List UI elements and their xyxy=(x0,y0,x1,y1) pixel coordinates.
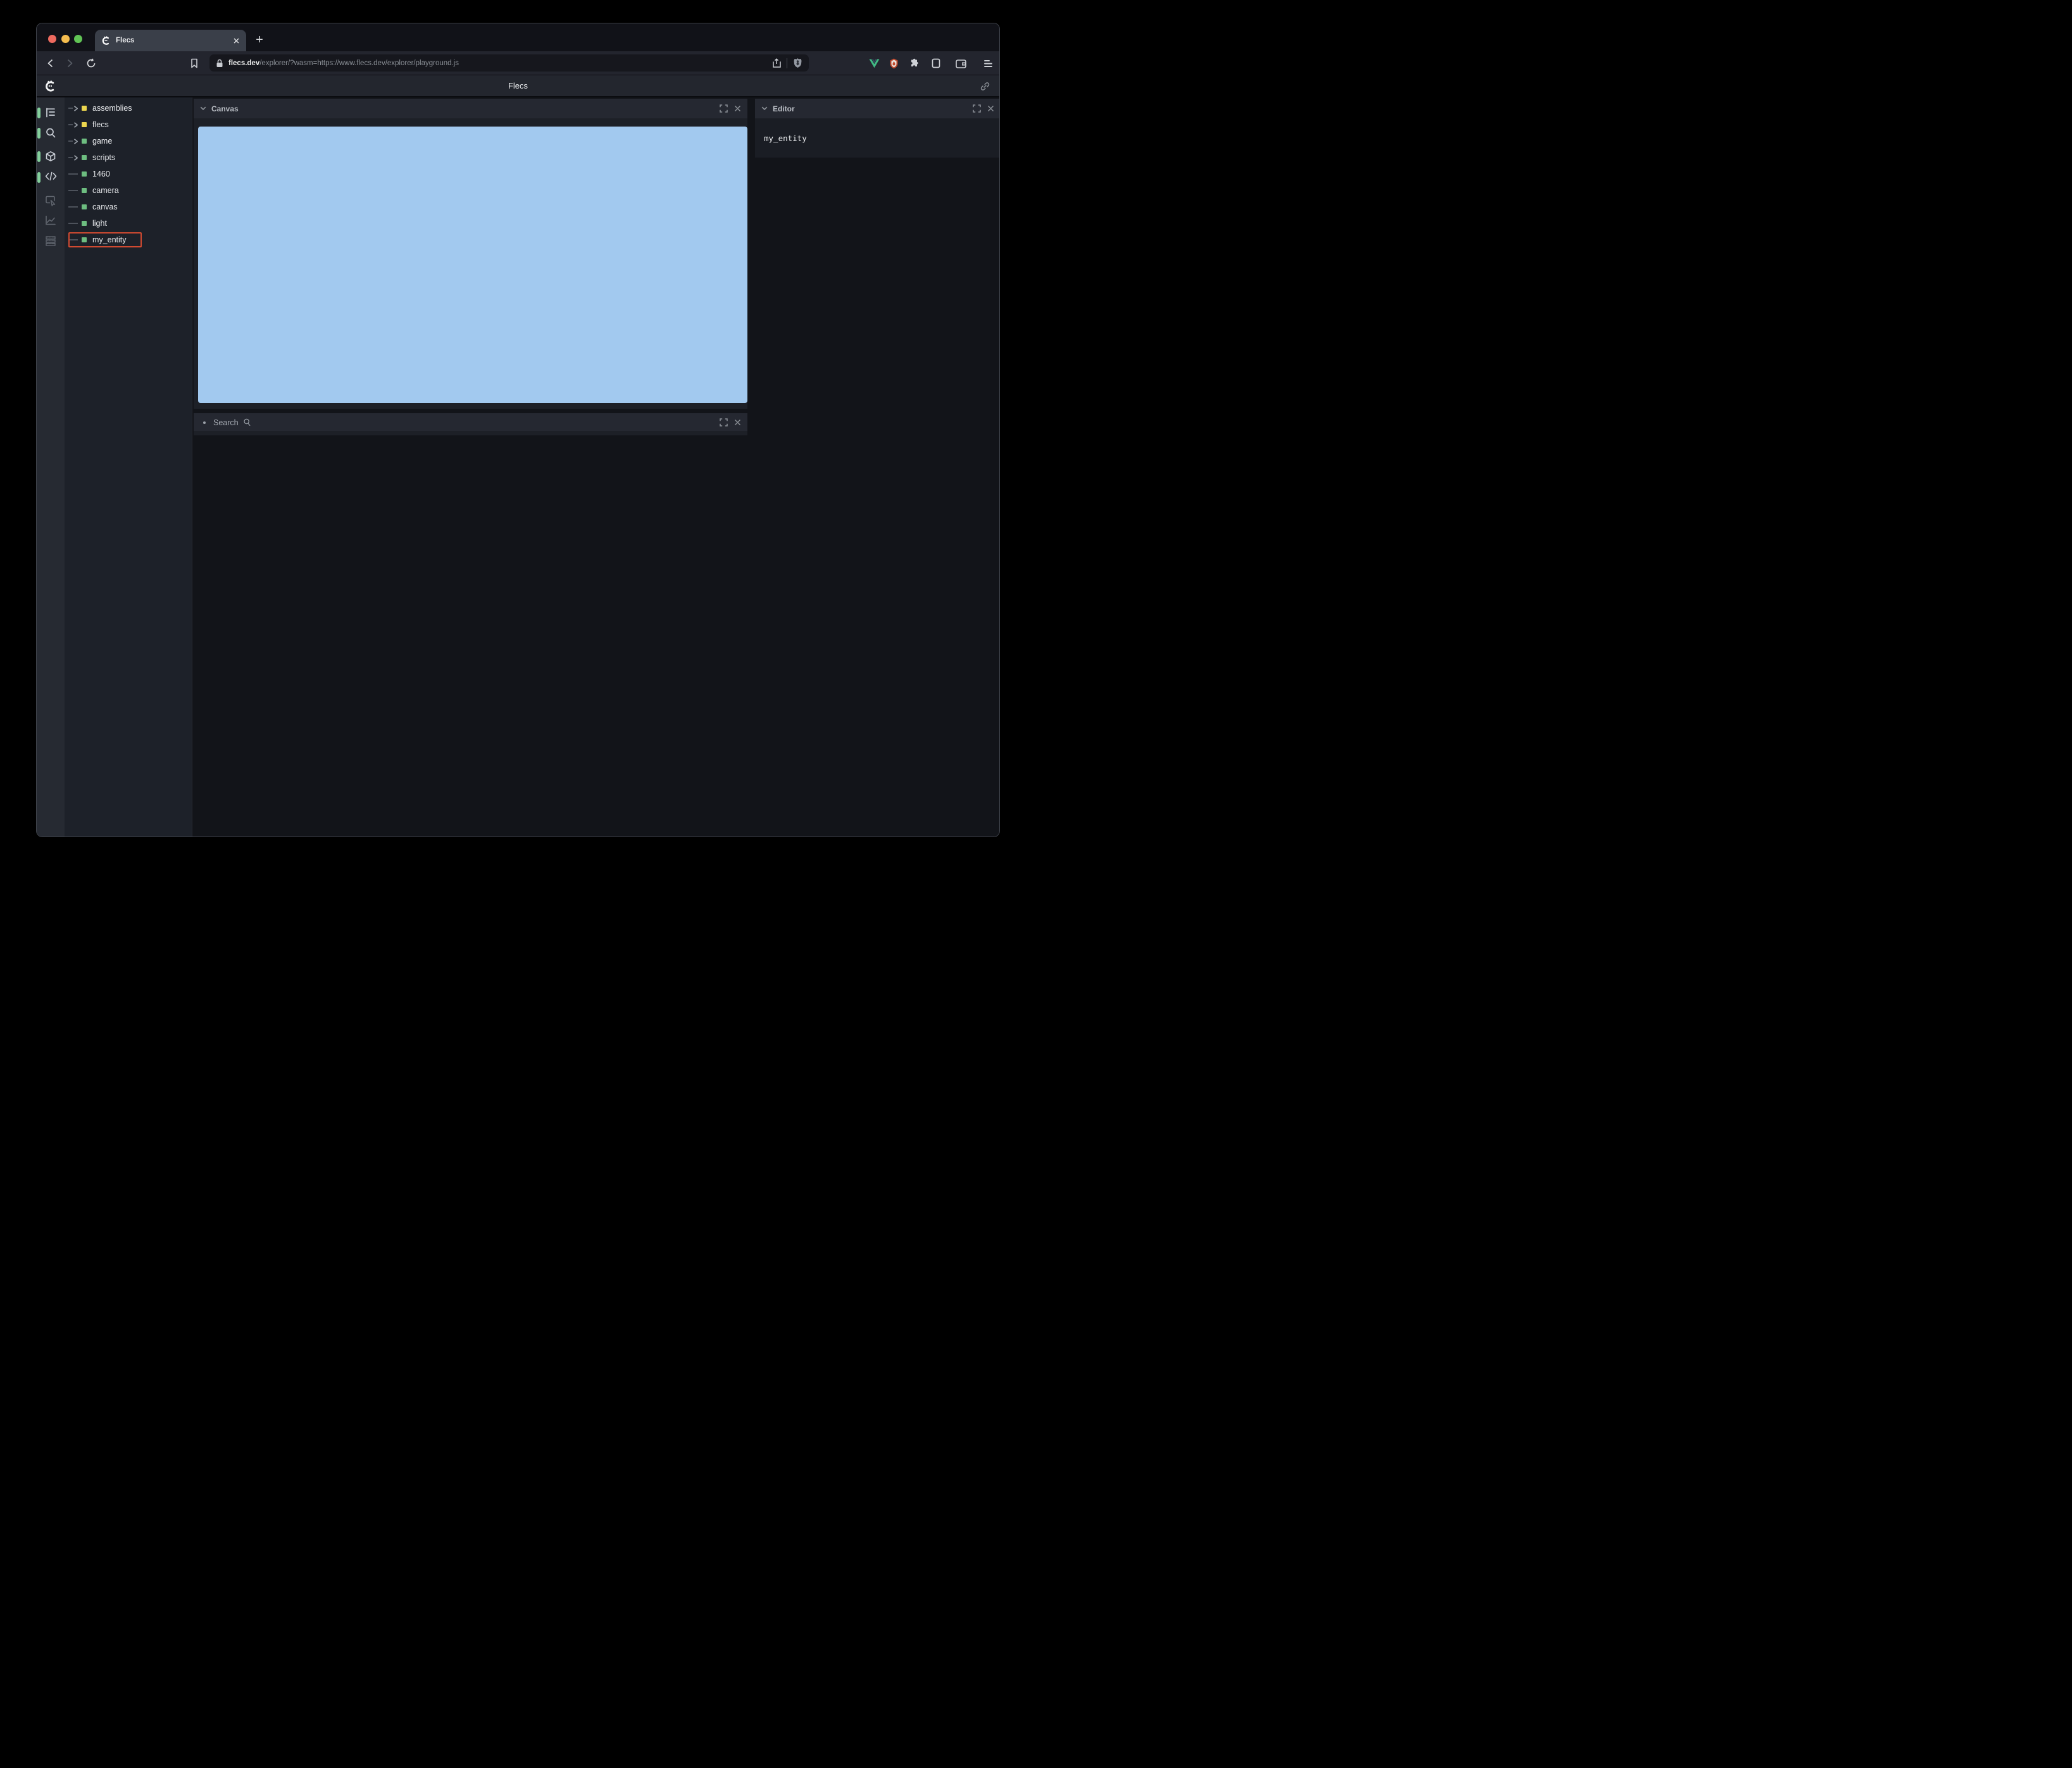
entity-kind-swatch xyxy=(82,139,87,144)
tree-item-camera[interactable]: camera xyxy=(65,182,192,199)
sidebar-icon[interactable] xyxy=(930,51,942,75)
active-indicator xyxy=(37,128,41,139)
url-domain: flecs.dev xyxy=(228,59,260,67)
reload-icon[interactable] xyxy=(85,51,97,75)
tree-item-game[interactable]: game xyxy=(65,133,192,149)
editor-panel-title: Editor xyxy=(773,104,795,113)
browser-tab[interactable]: Flecs xyxy=(95,30,246,51)
entity-kind-swatch xyxy=(82,155,87,160)
entity-kind-swatch xyxy=(82,171,87,177)
close-panel-icon[interactable] xyxy=(734,419,741,426)
expand-chevron-icon[interactable] xyxy=(73,105,78,112)
back-icon[interactable] xyxy=(44,51,57,75)
brave-lion-icon[interactable] xyxy=(793,58,802,68)
collapse-chevron-icon[interactable] xyxy=(200,106,206,111)
menu-icon[interactable] xyxy=(982,51,994,75)
main-area: Canvas Search Editor my_entity xyxy=(192,97,999,837)
tab-close-icon[interactable] xyxy=(233,37,240,44)
browser-window: Flecs + flecs.dev/explorer/?wasm=https:/… xyxy=(36,23,1000,837)
fullscreen-icon[interactable] xyxy=(720,104,728,113)
wallet-icon[interactable] xyxy=(954,51,967,75)
expand-chevron-icon[interactable] xyxy=(73,121,78,128)
bookmark-icon[interactable] xyxy=(188,51,201,75)
close-panel-icon[interactable] xyxy=(734,105,741,112)
fullscreen-icon[interactable] xyxy=(720,418,728,426)
entity-kind-swatch xyxy=(82,106,87,111)
tab-bar: Flecs + xyxy=(37,23,999,51)
search-panel-title: Search xyxy=(213,418,239,427)
expand-chevron-icon[interactable] xyxy=(73,154,78,161)
editor-panel-header[interactable]: Editor xyxy=(755,99,999,118)
address-bar[interactable]: flecs.dev/explorer/?wasm=https://www.fle… xyxy=(209,54,809,72)
app-header: Flecs xyxy=(37,75,999,97)
editor-code-area[interactable]: my_entity xyxy=(755,118,999,158)
tab-title: Flecs xyxy=(116,37,135,44)
tool-sidebar xyxy=(37,97,65,837)
url-path: /explorer/?wasm=https://www.flecs.dev/ex… xyxy=(259,59,459,67)
search-panel-header[interactable]: Search xyxy=(194,413,747,432)
canvas-panel-body xyxy=(194,118,747,409)
code-icon[interactable] xyxy=(45,171,57,183)
editor-code-text: my_entity xyxy=(764,133,807,143)
browser-toolbar: flecs.dev/explorer/?wasm=https://www.fle… xyxy=(37,51,999,75)
traffic-close-button[interactable] xyxy=(48,35,56,43)
tree-item-scripts[interactable]: scripts xyxy=(65,149,192,166)
entity-kind-swatch xyxy=(82,221,87,226)
traffic-zoom-button[interactable] xyxy=(74,35,82,43)
hierarchy-icon[interactable] xyxy=(45,107,56,118)
expand-chevron-icon[interactable] xyxy=(73,138,78,145)
entity-tree-panel: assemblies flecs game scripts 1460 camer… xyxy=(65,97,192,837)
tab-favicon-flecs-logo-icon xyxy=(101,35,111,46)
canvas-panel-title: Canvas xyxy=(211,104,239,113)
extensions-puzzle-icon[interactable] xyxy=(908,51,921,75)
share-icon[interactable] xyxy=(772,58,781,68)
tree-item-light[interactable]: light xyxy=(65,215,192,232)
active-indicator xyxy=(37,108,41,118)
inspect-icon[interactable] xyxy=(45,195,56,206)
tree-item-assemblies[interactable]: assemblies xyxy=(65,100,192,116)
app-title: Flecs xyxy=(508,81,528,90)
shield-extension-icon[interactable] xyxy=(887,51,900,75)
vue-devtools-icon[interactable] xyxy=(868,51,880,75)
search-panel-body xyxy=(194,432,747,435)
new-tab-button[interactable]: + xyxy=(251,31,268,49)
tree-item-my-entity[interactable]: my_entity xyxy=(65,232,192,248)
magnifier-icon xyxy=(243,418,251,426)
forward-icon[interactable] xyxy=(63,51,76,75)
collapse-chevron-icon[interactable] xyxy=(761,106,768,111)
stats-chart-icon[interactable] xyxy=(45,215,56,226)
tree-item-canvas[interactable]: canvas xyxy=(65,199,192,215)
tree-item-flecs[interactable]: flecs xyxy=(65,116,192,133)
lock-icon xyxy=(216,59,223,68)
url-text: flecs.dev/explorer/?wasm=https://www.fle… xyxy=(228,59,772,67)
app-content: assemblies flecs game scripts 1460 camer… xyxy=(37,97,999,837)
active-indicator xyxy=(37,172,41,183)
link-icon[interactable] xyxy=(980,81,990,92)
entity-kind-swatch xyxy=(82,237,87,242)
search-tool-icon[interactable] xyxy=(45,127,56,139)
canvas-panel-header[interactable]: Canvas xyxy=(194,99,747,118)
entity-kind-swatch xyxy=(82,188,87,193)
memory-icon[interactable] xyxy=(45,235,56,247)
render-canvas[interactable] xyxy=(198,127,747,403)
active-indicator xyxy=(37,151,41,162)
entity-kind-swatch xyxy=(82,204,87,209)
entities-cube-icon[interactable] xyxy=(45,151,56,162)
fullscreen-icon[interactable] xyxy=(973,104,981,113)
traffic-minimize-button[interactable] xyxy=(61,35,70,43)
entity-kind-swatch xyxy=(82,122,87,127)
collapsed-dot-icon[interactable] xyxy=(203,421,206,424)
close-panel-icon[interactable] xyxy=(987,105,994,112)
tree-item-1460[interactable]: 1460 xyxy=(65,166,192,182)
